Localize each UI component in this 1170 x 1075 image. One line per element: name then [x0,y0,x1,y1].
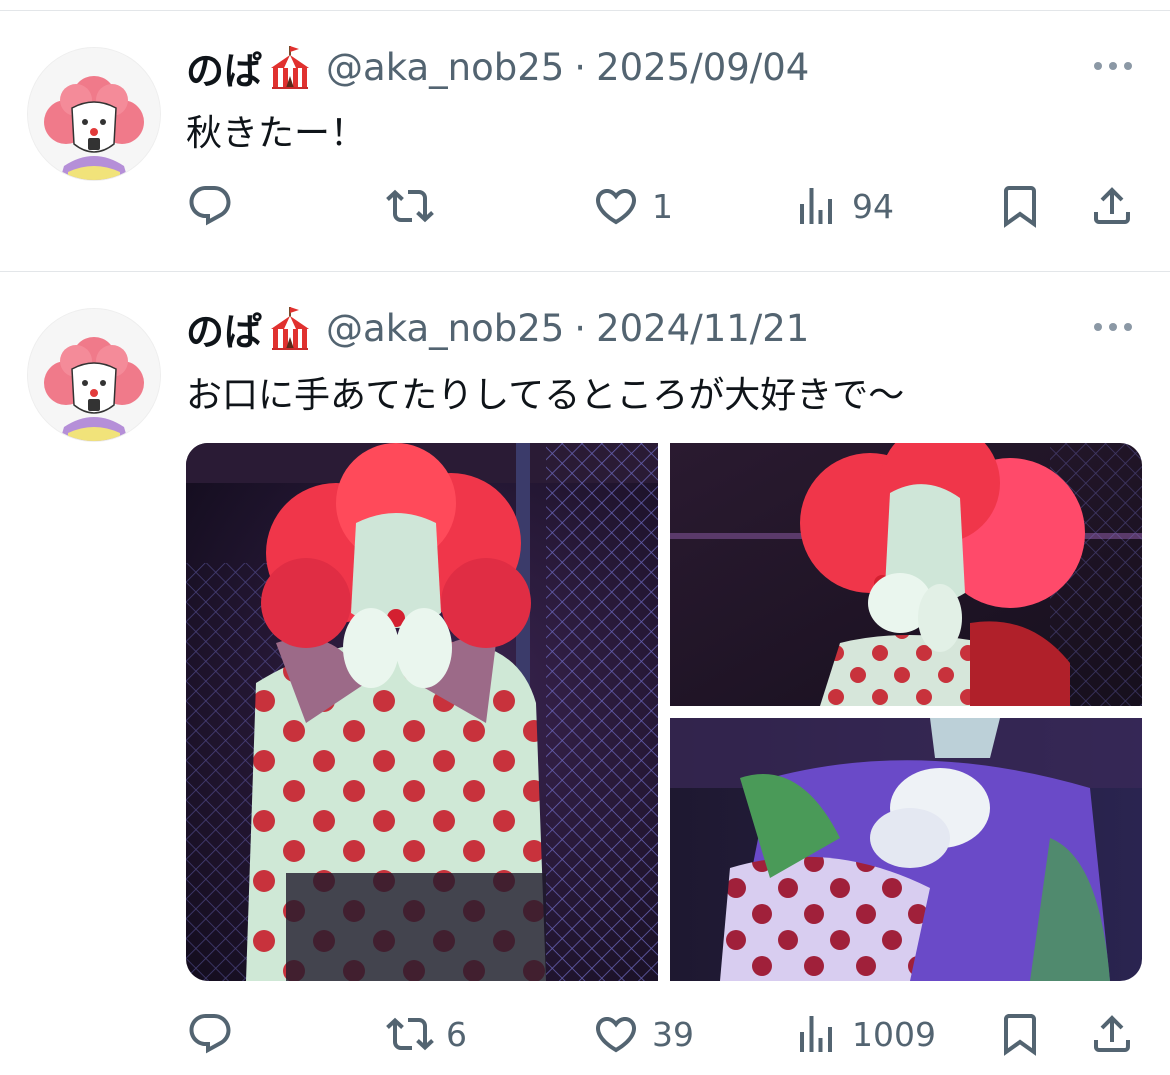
clown-photo-3[interactable] [670,718,1142,981]
clown-image [670,718,1142,981]
bookmark-button[interactable] [996,1009,1044,1059]
media-grid [186,443,1142,981]
view-count: 1009 [852,1014,936,1054]
reply-icon [186,182,234,230]
retweet-count: 6 [446,1014,467,1054]
action-bar: 6 39 1009 [186,1009,1146,1059]
reply-button[interactable] [186,181,246,231]
media-gutter-vertical [658,443,670,981]
like-button[interactable]: 1 [592,181,673,231]
retweet-button[interactable] [386,181,446,231]
reply-button[interactable] [186,1009,246,1059]
post-date[interactable]: 2025/09/04 [596,46,809,89]
share-icon [1088,1010,1136,1058]
retweet-icon [386,1010,434,1058]
share-button[interactable] [1088,181,1136,231]
circus-tent-icon [268,44,312,90]
retweet-button[interactable]: 6 [386,1009,467,1059]
separator: · [574,306,587,350]
user-handle[interactable]: @aka_nob25 [326,307,564,350]
bookmark-button[interactable] [996,181,1044,231]
more-icon[interactable] [1094,323,1132,331]
media-gutter-horizontal [670,706,1142,718]
action-bar: 1 94 [186,181,1146,231]
like-icon [592,1010,640,1058]
views-icon [792,1010,840,1058]
more-icon[interactable] [1094,62,1132,70]
like-count: 39 [652,1014,694,1054]
clown-image [670,443,1142,706]
clown-image [186,443,658,981]
clown-avatar-icon [28,309,160,441]
clown-avatar-icon [28,48,160,180]
post-date[interactable]: 2024/11/21 [596,307,809,350]
share-icon [1088,182,1136,230]
tweet-text: お口に手あてたりしてるところが大好きで〜 [186,375,905,416]
tweet-text: 秋きたー！ [186,113,367,154]
views-icon [792,182,840,230]
like-count: 1 [652,186,673,226]
views-button[interactable]: 1009 [792,1009,936,1059]
clown-photo-2[interactable] [670,443,1142,706]
views-button[interactable]: 94 [792,181,894,231]
tweet-1[interactable]: のぱ @aka_nob25 · 2025/09/04 秋きたー！ 1 94 [0,0,1170,270]
display-name[interactable]: のぱ [186,301,262,356]
separator: · [574,45,587,89]
view-count: 94 [852,186,894,226]
tweet-header: のぱ @aka_nob25 · 2025/09/04 [186,40,809,95]
bookmark-icon [996,1010,1044,1058]
bookmark-icon [996,182,1044,230]
like-button[interactable]: 39 [592,1009,694,1059]
user-handle[interactable]: @aka_nob25 [326,46,564,89]
clown-photo-1[interactable] [186,443,658,981]
retweet-icon [386,182,434,230]
avatar[interactable] [27,47,161,181]
like-icon [592,182,640,230]
share-button[interactable] [1088,1009,1136,1059]
tweet-header: のぱ @aka_nob25 · 2024/11/21 [186,301,809,356]
display-name[interactable]: のぱ [186,40,262,95]
reply-icon [186,1010,234,1058]
avatar[interactable] [27,308,161,442]
circus-tent-icon [268,305,312,351]
